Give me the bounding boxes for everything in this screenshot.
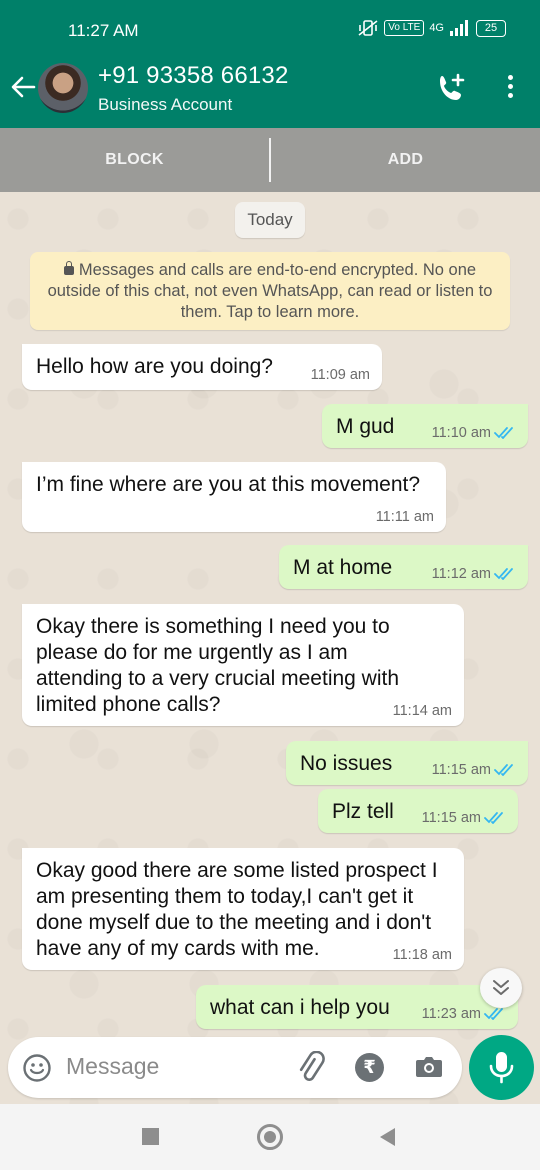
read-receipt-icon — [494, 568, 513, 580]
more-options-button[interactable] — [500, 75, 520, 103]
lock-icon — [63, 261, 74, 275]
message-text: No issues — [300, 752, 393, 775]
message-text: I’m fine where are you at this movement? — [36, 473, 421, 496]
recents-button[interactable] — [142, 1128, 159, 1145]
volte-badge: Vo LTE — [384, 20, 425, 36]
battery-icon: 25 — [476, 19, 506, 37]
back-button[interactable] — [380, 1128, 395, 1146]
message-time: 11:23 am — [422, 1006, 506, 1022]
read-receipt-icon — [494, 764, 513, 776]
add-call-button[interactable] — [436, 72, 468, 104]
home-button[interactable] — [257, 1124, 283, 1150]
emoji-icon[interactable] — [22, 1053, 52, 1083]
message-text: M at home — [293, 556, 393, 579]
system-nav-bar — [0, 1104, 540, 1170]
message-bubble[interactable]: Okay there is something I need you to pl… — [22, 604, 464, 726]
message-time: 11:14 am — [392, 703, 452, 719]
message-time: 11:10 am — [432, 425, 516, 441]
message-text: M gud — [336, 415, 395, 438]
message-text: Okay there is something I need you to pl… — [36, 615, 400, 716]
status-time: 11:27 AM — [68, 21, 139, 40]
camera-icon[interactable] — [414, 1053, 444, 1081]
read-receipt-icon — [494, 427, 513, 439]
scroll-to-bottom-button[interactable] — [480, 968, 522, 1008]
message-bubble[interactable]: Okay good there are some listed prospect… — [22, 848, 464, 970]
phone-add-icon — [440, 73, 465, 100]
message-bubble[interactable]: Plz tell 11:15 am — [318, 789, 518, 833]
voice-message-button[interactable] — [469, 1035, 534, 1100]
read-receipt-icon — [484, 1008, 503, 1020]
message-bubble[interactable]: what can i help you 11:23 am — [196, 985, 518, 1029]
chat-header: 11:27 AM Vo LTE 4G 25 +91 93358 66132 Bu… — [0, 0, 540, 128]
vibrate-off-icon — [358, 20, 378, 36]
status-icons: Vo LTE 4G 25 — [357, 19, 506, 37]
message-bubble[interactable]: I’m fine where are you at this movement?… — [22, 462, 446, 532]
paperclip-icon[interactable] — [294, 1050, 328, 1085]
avatar[interactable] — [38, 63, 88, 113]
message-time: 11:09 am — [310, 367, 370, 383]
status-bar: 11:27 AM Vo LTE 4G 25 — [0, 0, 540, 56]
message-time: 11:12 am — [432, 566, 516, 582]
contact-name[interactable]: +91 93358 66132 — [98, 62, 289, 90]
add-contact-button[interactable]: ADD — [271, 151, 540, 169]
message-bubble[interactable]: M at home 11:12 am — [279, 545, 528, 589]
rupee-payment-icon[interactable]: ₹ — [355, 1053, 384, 1082]
microphone-icon — [489, 1052, 514, 1084]
message-text: Hello how are you doing? — [36, 355, 273, 378]
message-bubble[interactable]: No issues 11:15 am — [286, 741, 528, 785]
message-time: 11:11 am — [375, 509, 434, 525]
message-text: what can i help you — [210, 996, 390, 1019]
message-input[interactable]: Message — [66, 1053, 159, 1080]
network-label: 4G — [429, 22, 444, 34]
signal-icon — [450, 20, 468, 36]
business-account-label[interactable]: Business Account — [98, 95, 232, 115]
encryption-text: Messages and calls are end-to-end encryp… — [47, 261, 493, 321]
date-chip: Today — [235, 202, 305, 238]
message-time: 11:15 am — [422, 810, 506, 826]
read-receipt-icon — [484, 812, 503, 824]
encryption-notice[interactable]: Messages and calls are end-to-end encryp… — [30, 252, 510, 330]
message-text: Plz tell — [332, 800, 394, 823]
block-add-bar: BLOCK ADD — [0, 128, 540, 192]
message-time: 11:18 am — [392, 947, 452, 963]
message-bubble[interactable]: M gud 11:10 am — [322, 404, 528, 448]
chevron-double-down-icon — [493, 980, 509, 995]
message-composer: Message ₹ — [8, 1037, 462, 1098]
back-arrow-icon[interactable] — [10, 74, 36, 105]
block-button[interactable]: BLOCK — [0, 151, 269, 169]
message-time: 11:15 am — [432, 762, 516, 778]
message-text: Okay good there are some listed prospect… — [36, 859, 438, 960]
message-bubble[interactable]: Hello how are you doing? 11:09 am — [22, 344, 382, 390]
